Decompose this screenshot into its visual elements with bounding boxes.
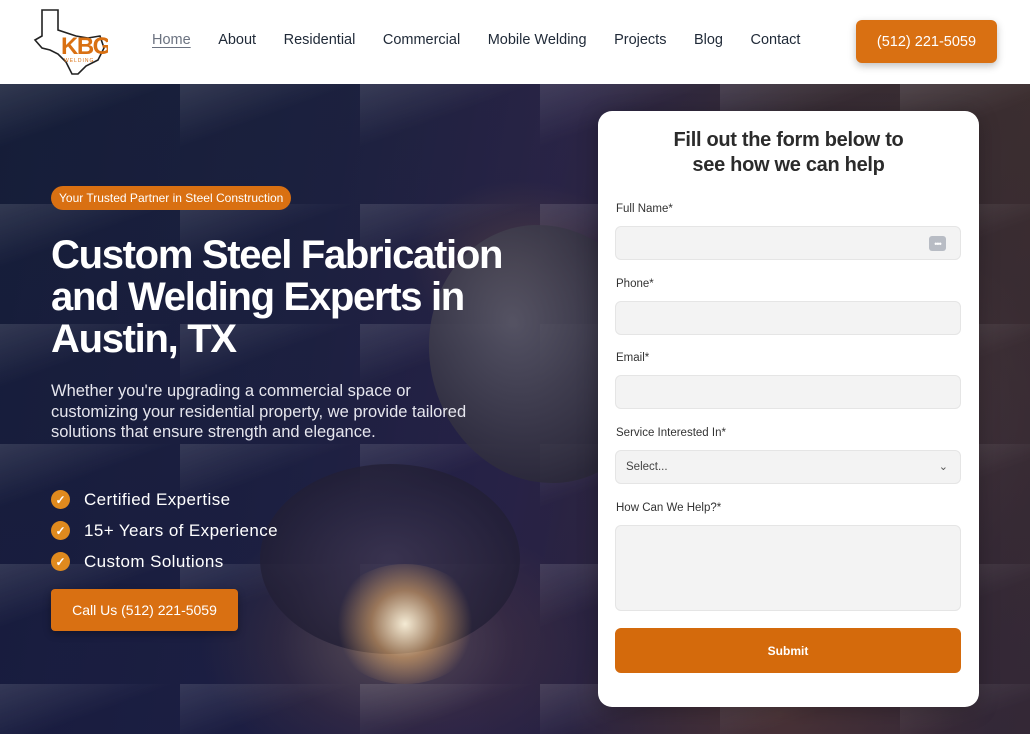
nav-commercial[interactable]: Commercial <box>383 32 460 48</box>
full-name-field[interactable]: ••• <box>615 226 961 260</box>
svg-text:WELDING: WELDING <box>64 58 94 64</box>
feature-label: Certified Expertise <box>84 489 231 509</box>
submit-button[interactable]: Submit <box>615 628 961 673</box>
message-textarea[interactable] <box>616 526 960 610</box>
chevron-down-icon: ⌄ <box>938 461 948 473</box>
feature-label: Custom Solutions <box>84 551 224 571</box>
service-selected-value: Select... <box>626 461 668 473</box>
check-circle-icon: ✓ <box>51 552 70 571</box>
nav-about[interactable]: About <box>218 32 256 48</box>
kbg-logo[interactable]: KBG WELDING <box>32 8 108 76</box>
full-name-label: Full Name* <box>616 203 673 215</box>
check-circle-icon: ✓ <box>51 521 70 540</box>
site-header: KBG WELDING Home About Residential Comme… <box>0 0 1030 84</box>
message-field[interactable] <box>615 525 961 611</box>
service-label: Service Interested In* <box>616 427 726 439</box>
header-phone-button[interactable]: (512) 221-5059 <box>856 20 997 63</box>
svg-text:KBG: KBG <box>61 33 108 60</box>
hero-title: Custom Steel Fabrication and Welding Exp… <box>51 233 503 361</box>
hero-section: Your Trusted Partner in Steel Constructi… <box>0 84 1030 734</box>
message-label: How Can We Help?* <box>616 502 722 514</box>
nav-mobile-welding[interactable]: Mobile Welding <box>488 32 587 48</box>
nav-projects[interactable]: Projects <box>614 32 666 48</box>
email-field[interactable] <box>615 375 961 409</box>
nav-contact[interactable]: Contact <box>750 32 800 48</box>
feature-item: ✓ Custom Solutions <box>51 546 278 577</box>
email-label: Email* <box>616 352 650 364</box>
feature-item: ✓ Certified Expertise <box>51 484 278 515</box>
service-select[interactable]: Select... ⌄ <box>615 450 961 484</box>
phone-field[interactable] <box>615 301 961 335</box>
phone-input[interactable] <box>616 302 960 334</box>
full-name-input[interactable] <box>616 227 960 259</box>
hero-background-sparks <box>330 564 480 684</box>
call-us-button[interactable]: Call Us (512) 221-5059 <box>51 589 238 631</box>
feature-item: ✓ 15+ Years of Experience <box>51 515 278 546</box>
email-input[interactable] <box>616 376 960 408</box>
form-title: Fill out the form below to see how we ca… <box>673 129 904 176</box>
nav-residential[interactable]: Residential <box>284 32 356 48</box>
contact-form: Fill out the form below to see how we ca… <box>598 111 979 707</box>
nav-home[interactable]: Home <box>152 32 191 48</box>
feature-label: 15+ Years of Experience <box>84 520 278 540</box>
autofill-icon[interactable]: ••• <box>929 236 946 251</box>
hero-badge: Your Trusted Partner in Steel Constructi… <box>51 186 292 210</box>
main-nav: Home About Residential Commercial Mobile… <box>152 32 828 48</box>
check-circle-icon: ✓ <box>51 490 70 509</box>
phone-label: Phone* <box>616 278 654 290</box>
nav-blog[interactable]: Blog <box>694 32 723 48</box>
hero-description: Whether you're upgrading a commercial sp… <box>51 382 467 441</box>
feature-list: ✓ Certified Expertise ✓ 15+ Years of Exp… <box>51 484 278 577</box>
